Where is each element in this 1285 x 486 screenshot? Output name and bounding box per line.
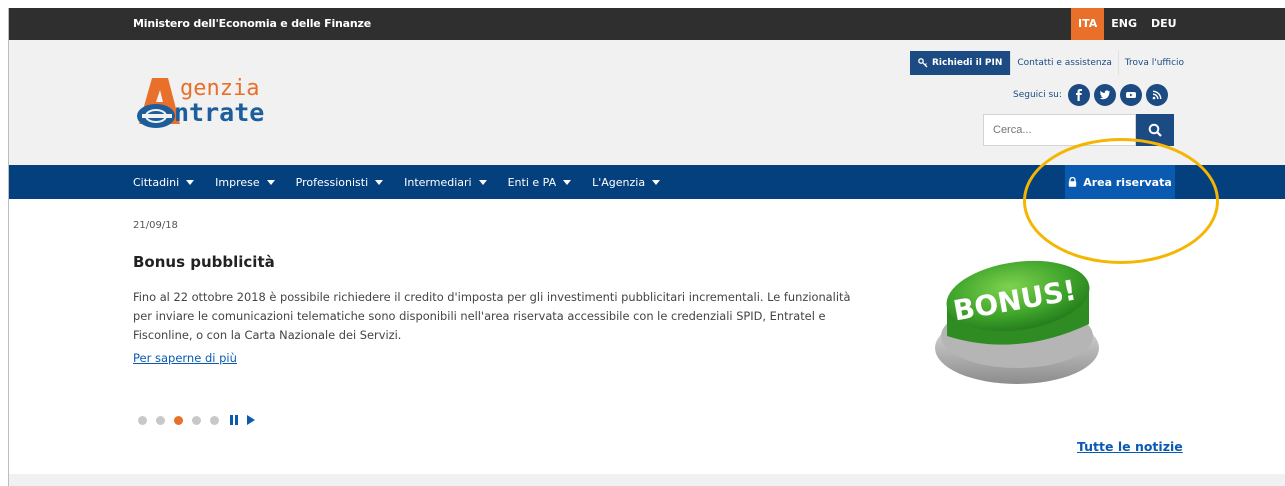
- lang-ita[interactable]: ITA: [1071, 8, 1105, 40]
- search-icon: [1148, 123, 1162, 137]
- nav-label: Imprese: [215, 175, 260, 189]
- carousel-controls: [138, 415, 255, 425]
- news-date: 21/09/18: [133, 220, 178, 231]
- chevron-down-icon: [375, 179, 384, 185]
- carousel-dot[interactable]: [210, 415, 219, 425]
- nav-label: Intermediari: [404, 175, 472, 189]
- area-riservata-label: Area riservata: [1083, 175, 1172, 189]
- chevron-down-icon: [266, 179, 275, 185]
- request-pin-label: Richiedi il PIN: [932, 58, 1003, 68]
- chevron-down-icon: [478, 179, 487, 185]
- nav-item-imprese[interactable]: Imprese: [215, 176, 275, 189]
- nav-label: Enti e PA: [507, 175, 557, 189]
- facebook-icon[interactable]: [1067, 84, 1090, 106]
- nav-item-cittadini[interactable]: Cittadini: [133, 175, 195, 189]
- site-header: genzia ntrate Richiedi il PIN Contatti e…: [9, 40, 1285, 165]
- logo-text-entrate: ntrate: [174, 98, 265, 127]
- main-nav: Cittadini Imprese Professionisti Interme…: [9, 165, 1285, 199]
- utility-links: Richiedi il PIN Contatti e assistenza Tr…: [910, 51, 1190, 75]
- ministry-link[interactable]: Ministero dell'Economia e delle Finanze: [133, 17, 371, 30]
- top-bar: Ministero dell'Economia e delle Finanze …: [9, 8, 1285, 40]
- play-icon[interactable]: [247, 415, 255, 425]
- search-input[interactable]: [983, 114, 1136, 146]
- nav-item-agenzia[interactable]: L'Agenzia: [592, 175, 661, 189]
- nav-label: L'Agenzia: [592, 175, 646, 189]
- youtube-icon[interactable]: [1119, 84, 1142, 106]
- search-bar: [983, 114, 1174, 146]
- request-pin-button[interactable]: Richiedi il PIN: [910, 51, 1011, 75]
- agenzia-entrate-logo[interactable]: genzia ntrate: [132, 74, 292, 134]
- find-office-link[interactable]: Trova l'ufficio: [1117, 51, 1190, 75]
- social-links: Seguici su:: [1013, 84, 1168, 106]
- nav-item-enti-pa[interactable]: Enti e PA: [508, 176, 572, 189]
- twitter-icon[interactable]: [1093, 84, 1116, 106]
- search-button[interactable]: [1136, 114, 1174, 146]
- lang-eng[interactable]: ENG: [1104, 8, 1144, 40]
- all-news-link[interactable]: Tutte le notizie: [1077, 439, 1183, 454]
- carousel-dot[interactable]: [192, 415, 201, 425]
- carousel-dot[interactable]: [156, 415, 165, 425]
- nav-label: Professionisti: [295, 175, 369, 189]
- read-more-link[interactable]: Per saperne di più: [133, 351, 237, 365]
- lang-deu[interactable]: DEU: [1144, 8, 1184, 40]
- news-body: Fino al 22 ottobre 2018 è possibile rich…: [133, 290, 851, 342]
- nav-item-intermediari[interactable]: Intermediari: [404, 175, 487, 189]
- news-title: Bonus pubblicità: [133, 253, 275, 271]
- language-switcher: ITA ENG DEU: [1071, 8, 1184, 40]
- bottom-strip: [9, 474, 1285, 486]
- browser-page: Ministero dell'Economia e delle Finanze …: [8, 8, 1285, 486]
- area-riservata-button[interactable]: Area riservata: [1065, 165, 1175, 199]
- chevron-down-icon: [563, 179, 572, 185]
- nav-label: Cittadini: [133, 175, 180, 189]
- pause-icon[interactable]: [230, 415, 238, 425]
- chevron-down-icon: [186, 179, 195, 185]
- carousel-dot[interactable]: [174, 415, 183, 425]
- social-label: Seguici su:: [1013, 90, 1062, 100]
- carousel-dot[interactable]: [138, 415, 147, 425]
- lock-icon: [1069, 177, 1077, 187]
- nav-item-professionisti[interactable]: Professionisti: [295, 175, 384, 189]
- key-icon: [918, 58, 928, 68]
- chevron-down-icon: [652, 179, 661, 185]
- rss-icon[interactable]: [1145, 84, 1168, 106]
- bonus-button-image: BONUS!: [935, 260, 1099, 384]
- contacts-link[interactable]: Contatti e assistenza: [1010, 51, 1117, 75]
